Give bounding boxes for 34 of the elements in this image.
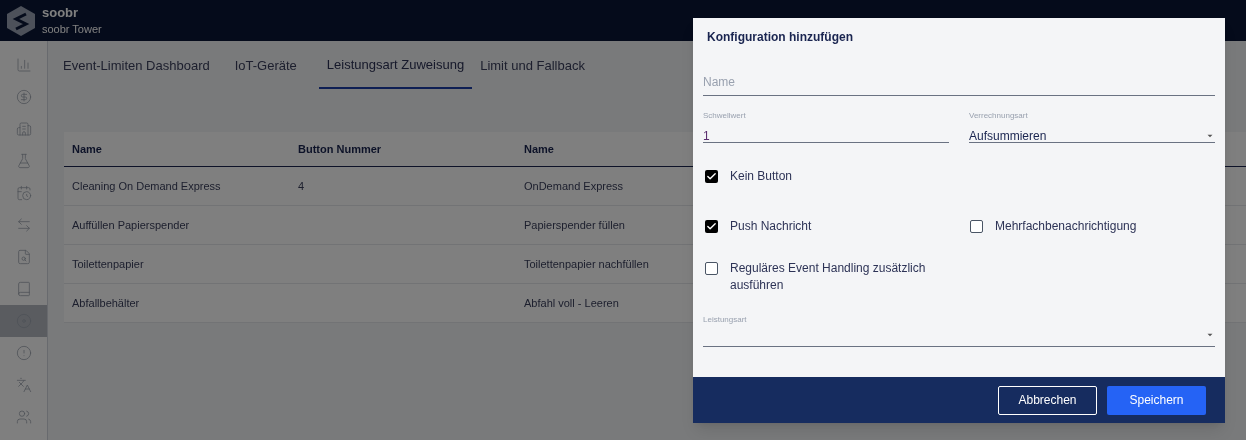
service-select[interactable]: Leistungsart <box>703 314 1215 347</box>
field-value: 1 <box>703 128 711 145</box>
checkbox-label: Push Nachricht <box>730 218 812 235</box>
checkbox-label: Mehrfachbenachrichtigung <box>995 218 1137 235</box>
checkbox-label: Kein Button <box>730 168 793 185</box>
table-cell-text: Papierspender füllen <box>524 217 625 233</box>
select-value: Aufsummieren <box>969 128 1047 145</box>
tab[interactable]: Limit und Fallback <box>472 42 593 89</box>
table-cell-text: Toilettenpapier <box>72 256 144 272</box>
table-cell-text: OnDemand Express <box>524 178 624 194</box>
field-label: Leistungsart <box>703 314 748 326</box>
save-button[interactable]: Speichern <box>1107 385 1206 415</box>
tab[interactable]: Event-Limiten Dashboard <box>55 42 218 89</box>
table-cell-text: Cleaning On Demand Express <box>72 178 221 194</box>
name-field[interactable]: Name <box>703 68 1215 96</box>
tab[interactable]: Leistungsart Zuweisung <box>318 42 473 89</box>
cancel-button[interactable]: Abbrechen <box>998 385 1097 415</box>
column-header: Name <box>524 141 554 157</box>
table-cell-text: Toilettenpapier nachfüllen <box>524 256 649 272</box>
table-cell-text: Auffüllen Papierspender <box>72 217 190 233</box>
field-label: Schwellwert <box>703 110 747 122</box>
workspace-name: soobr Tower <box>42 21 102 37</box>
checkbox-label: Reguläres Event Handling zusätzlich ausführen <box>730 260 927 294</box>
column-header: Name <box>72 141 102 157</box>
threshold-field[interactable]: Schwellwert 1 <box>703 110 949 143</box>
column-header: Button Nummer <box>298 141 382 157</box>
table-cell-text: 4 <box>298 178 305 194</box>
billing-select[interactable]: Verrechnungsart Aufsummieren <box>969 110 1215 143</box>
tab[interactable]: IoT-Geräte <box>226 42 305 89</box>
brand-name: soobr <box>42 4 80 21</box>
table-cell-text: Abfahl voll - Leeren <box>524 295 619 311</box>
field-label: Verrechnungsart <box>969 110 1029 122</box>
dialog-title: Konfiguration hinzufügen <box>706 29 854 46</box>
table-cell-text: Abfallbehälter <box>72 295 140 311</box>
